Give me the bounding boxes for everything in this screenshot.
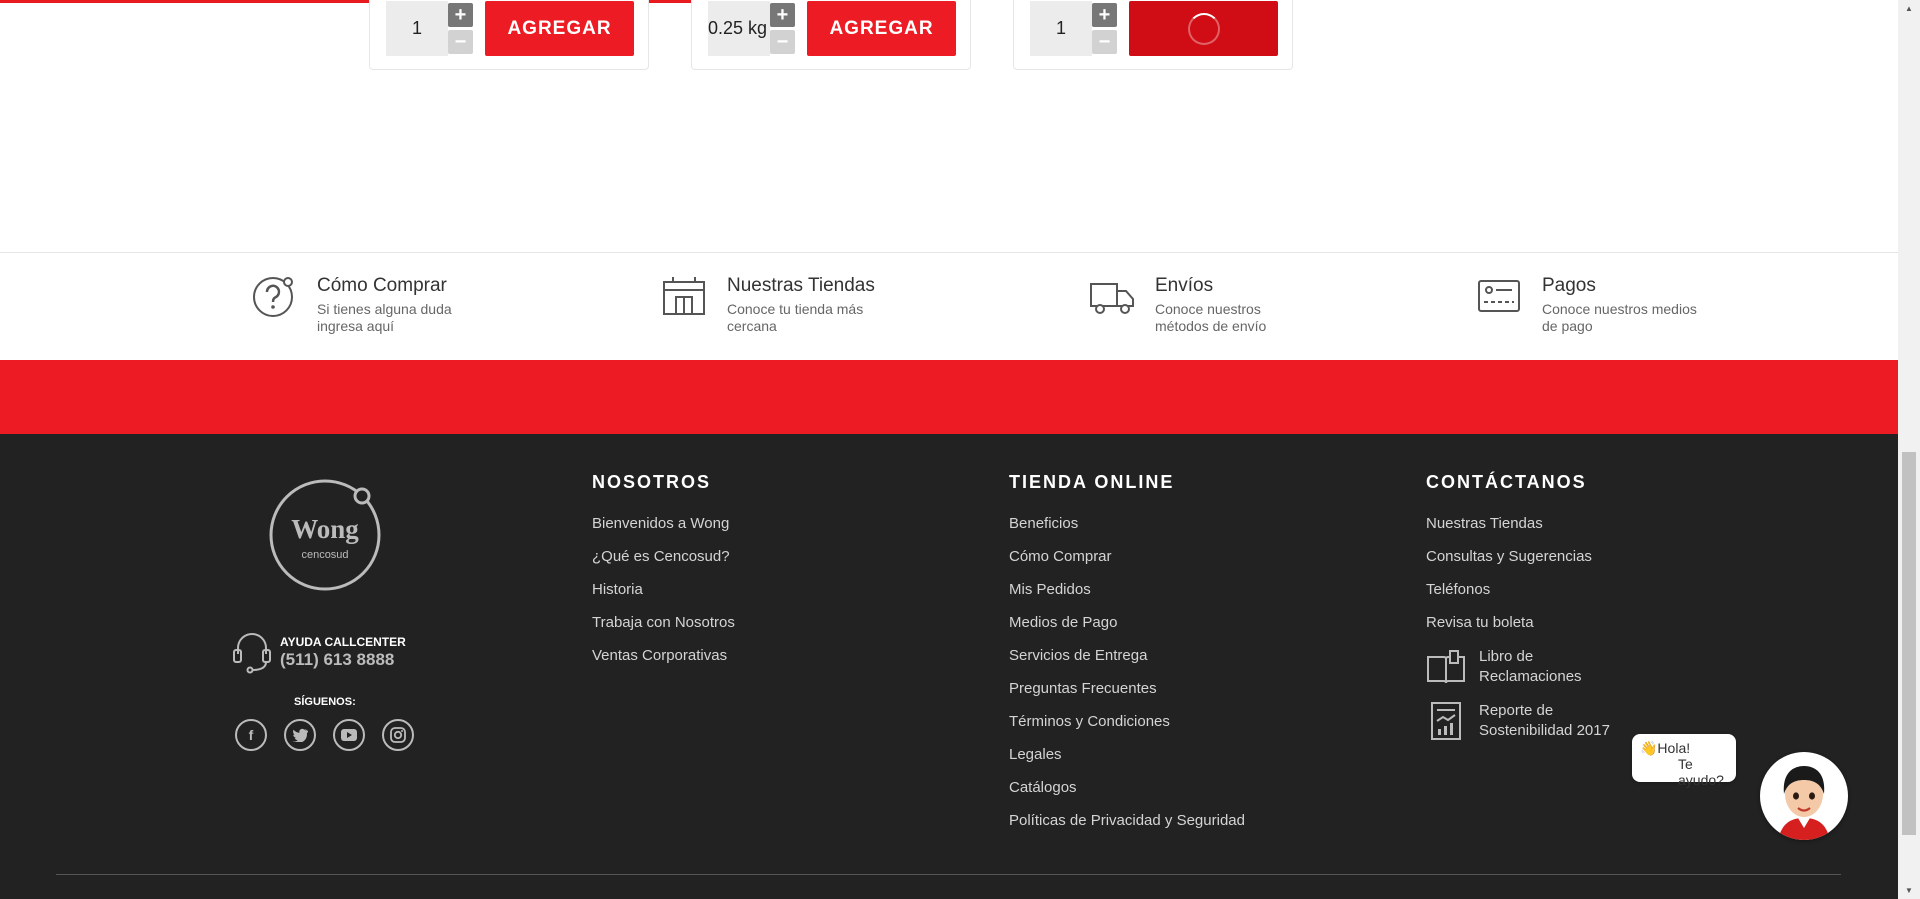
chat-greeting: 👋Hola! <box>1640 740 1691 756</box>
info-strip: Cómo Comprar Si tienes alguna duda ingre… <box>0 252 1898 361</box>
footer-column-contactanos: CONTÁCTANOS Nuestras Tiendas Consultas y… <box>1426 472 1629 741</box>
quantity-input[interactable]: 0.25 kg <box>708 1 770 56</box>
footer-link[interactable]: Términos y Condiciones <box>1009 713 1245 732</box>
footer-link[interactable]: Historia <box>592 581 735 600</box>
instagram-icon[interactable] <box>382 719 414 751</box>
footer-link[interactable]: Revisa tu boleta <box>1426 614 1629 633</box>
footer: Wong cencosud AYUDA CALLCENTER (511) 613… <box>0 434 1898 899</box>
scroll-up-arrow-icon[interactable]: ▲ <box>1898 0 1920 17</box>
footer-link[interactable]: Bienvenidos a Wong <box>592 515 735 534</box>
assistant-avatar-icon <box>1778 766 1830 840</box>
footer-link[interactable]: Ventas Corporativas <box>592 647 735 666</box>
footer-link[interactable]: Servicios de Entrega <box>1009 647 1245 666</box>
decrease-quantity-button[interactable]: − <box>1092 30 1117 54</box>
column-title: TIENDA ONLINE <box>1009 472 1175 492</box>
youtube-icon[interactable] <box>333 719 365 751</box>
footer-link[interactable]: Mis Pedidos <box>1009 581 1245 600</box>
footer-link[interactable]: Teléfonos <box>1426 581 1629 600</box>
wong-logo[interactable]: Wong cencosud <box>268 478 382 592</box>
info-title: Envíos <box>1155 275 1214 296</box>
footer-link[interactable]: Cómo Comprar <box>1009 548 1245 567</box>
footer-link[interactable]: Legales <box>1009 746 1245 765</box>
footer-link[interactable]: ¿Qué es Cencosud? <box>592 548 735 567</box>
info-subtitle: Conoce nuestros medios de pago <box>1542 301 1697 334</box>
decrease-quantity-button[interactable]: − <box>448 30 473 54</box>
info-how-to-buy[interactable]: Cómo Comprar Si tienes alguna duda ingre… <box>251 273 477 335</box>
facebook-icon[interactable]: f <box>235 719 267 751</box>
info-payments[interactable]: Pagos Conoce nuestros medios de pago <box>1476 273 1702 335</box>
truck-icon <box>1090 283 1134 314</box>
scrollbar-thumb[interactable] <box>1902 452 1916 835</box>
footer-column-nosotros: NOSOTROS Bienvenidos a Wong ¿Qué es Cenc… <box>592 472 735 680</box>
footer-link[interactable]: Beneficios <box>1009 515 1245 534</box>
callcenter-label: AYUDA CALLCENTER <box>280 634 406 649</box>
info-subtitle: Conoce nuestros métodos de envío <box>1155 301 1267 334</box>
increase-quantity-button[interactable]: + <box>448 3 473 27</box>
logo-subtext: cencosud <box>301 549 348 561</box>
column-title: NOSOTROS <box>592 472 712 492</box>
footer-divider <box>56 874 1841 875</box>
footer-link[interactable]: Nuestras Tiendas <box>1426 515 1629 534</box>
info-title: Cómo Comprar <box>317 275 447 296</box>
footer-link[interactable]: Políticas de Privacidad y Seguridad <box>1009 812 1245 831</box>
decrease-quantity-button[interactable]: − <box>770 30 795 54</box>
column-title: CONTÁCTANOS <box>1426 472 1587 492</box>
info-title: Pagos <box>1542 275 1596 296</box>
quantity-input[interactable]: 1 <box>1030 1 1092 56</box>
logo-text: Wong <box>291 514 359 544</box>
increase-quantity-button[interactable]: + <box>770 3 795 27</box>
increase-quantity-button[interactable]: + <box>1092 3 1117 27</box>
card-icon <box>1478 280 1520 312</box>
social-links: f <box>235 719 414 751</box>
headset-icon <box>233 633 271 674</box>
footer-column-tienda-online: TIENDA ONLINE Beneficios Cómo Comprar Mi… <box>1009 472 1245 845</box>
product-card: 1 + − <box>1013 0 1293 70</box>
info-shipping[interactable]: Envíos Conoce nuestros métodos de envío <box>1089 273 1315 335</box>
footer-link[interactable]: Medios de Pago <box>1009 614 1245 633</box>
quantity-input[interactable]: 1 <box>386 1 448 56</box>
info-subtitle: Conoce tu tienda más cercana <box>727 301 864 334</box>
red-banner <box>0 360 1898 434</box>
store-icon <box>663 277 705 315</box>
chat-offer: Te ayudo? <box>1678 756 1724 788</box>
sustainability-report-link[interactable]: Reporte de Sostenibilidad 2017 <box>1426 701 1629 741</box>
footer-link[interactable]: Preguntas Frecuentes <box>1009 680 1245 699</box>
scroll-down-arrow-icon[interactable]: ▼ <box>1898 882 1920 899</box>
twitter-icon[interactable] <box>284 719 316 751</box>
report-icon <box>1431 702 1461 740</box>
chat-assistant-avatar[interactable] <box>1760 752 1848 840</box>
follow-us-label: SÍGUENOS: <box>294 696 356 708</box>
callcenter[interactable]: AYUDA CALLCENTER (511) 613 8888 <box>232 630 406 674</box>
loading-spinner-icon <box>1187 12 1220 45</box>
footer-link[interactable]: Consultas y Sugerencias <box>1426 548 1629 567</box>
callcenter-phone[interactable]: (511) 613 8888 <box>280 650 406 670</box>
footer-link[interactable]: Catálogos <box>1009 779 1245 798</box>
product-card: 0.25 kg + − AGREGAR <box>691 0 971 70</box>
complaints-book-link[interactable]: Libro de Reclamaciones <box>1426 647 1629 687</box>
book-icon <box>1427 650 1465 684</box>
complaints-book-label: Libro de Reclamaciones <box>1479 648 1582 685</box>
add-to-cart-button[interactable] <box>1129 1 1278 56</box>
chat-greeting-bubble[interactable]: 👋Hola! Te ayudo? <box>1632 734 1736 788</box>
add-to-cart-button[interactable]: AGREGAR <box>807 1 956 56</box>
info-stores[interactable]: Nuestras Tiendas Conoce tu tienda más ce… <box>661 273 887 335</box>
sustainability-report-label: Reporte de Sostenibilidad 2017 <box>1479 702 1610 739</box>
footer-link[interactable]: Trabaja con Nosotros <box>592 614 735 633</box>
product-card: 1 + − AGREGAR <box>369 0 649 70</box>
question-icon <box>253 277 293 317</box>
info-title: Nuestras Tiendas <box>727 275 875 296</box>
info-subtitle: Si tienes alguna duda ingresa aquí <box>317 301 452 334</box>
add-to-cart-button[interactable]: AGREGAR <box>485 1 634 56</box>
